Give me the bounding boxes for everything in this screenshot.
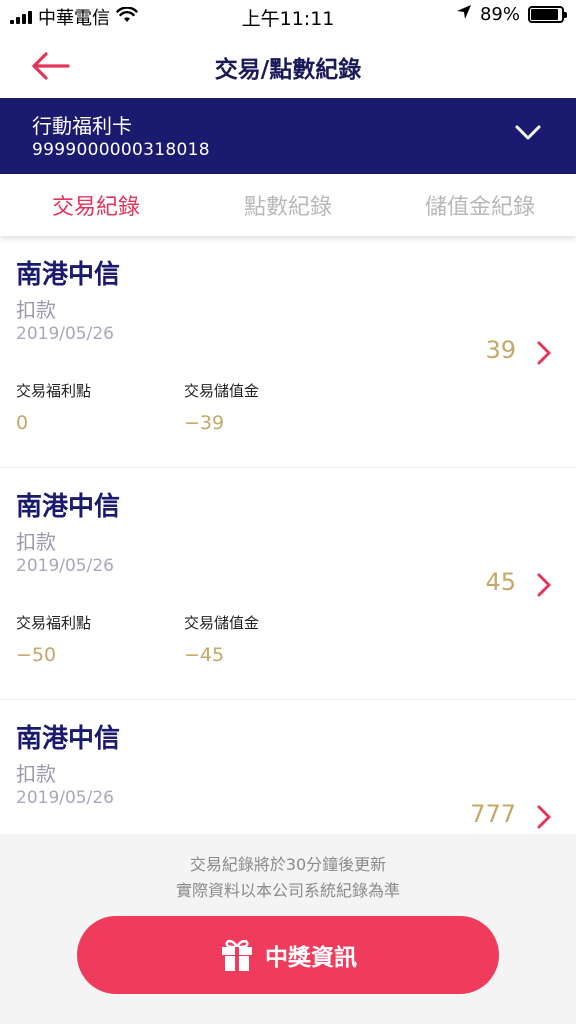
store-name: 南港中信 <box>16 724 121 754</box>
transaction-type: 扣款 <box>16 530 56 554</box>
transaction-type: 扣款 <box>16 298 56 322</box>
record-tabs: 交易紀錄 點數紀錄 儲值金紀錄 <box>0 174 576 236</box>
list-item[interactable]: 南港中信 扣款 2019/05/26 777 <box>0 700 576 834</box>
battery-icon <box>528 6 567 23</box>
location-arrow-icon <box>456 4 472 25</box>
notice-line-1: 交易紀錄將於30分鐘後更新 <box>189 855 387 874</box>
chevron-right-icon[interactable] <box>536 340 552 370</box>
tab-stored-value[interactable]: 儲值金紀錄 <box>384 174 576 236</box>
transaction-amount: 45 <box>485 568 516 596</box>
status-bar: 中華電信 上午11:11 89% <box>0 0 576 34</box>
chevron-right-icon[interactable] <box>536 572 552 602</box>
stored-value-label: 交易儲值金 <box>184 614 260 632</box>
page-title: 交易/點數紀錄 <box>214 57 362 83</box>
transaction-date: 2019/05/26 <box>16 324 114 344</box>
chevron-down-icon <box>514 124 542 146</box>
update-notice: 交易紀錄將於30分鐘後更新 實際資料以本公司系統紀錄為準 <box>0 852 576 904</box>
list-item[interactable]: 南港中信 扣款 2019/05/26 39 交易福利點 交易儲值金 0 −39 <box>0 236 576 468</box>
points-value: −50 <box>16 644 57 666</box>
list-item[interactable]: 南港中信 扣款 2019/05/26 45 交易福利點 交易儲值金 −50 −4… <box>0 468 576 700</box>
store-name: 南港中信 <box>16 260 121 290</box>
card-name: 行動福利卡 <box>32 114 132 138</box>
transaction-amount: 39 <box>485 336 516 364</box>
gift-icon <box>222 939 252 971</box>
transaction-amount: 777 <box>470 800 516 828</box>
battery-fill <box>531 9 558 20</box>
transaction-type: 扣款 <box>16 762 56 786</box>
tab-transactions[interactable]: 交易紀錄 <box>0 174 192 236</box>
points-label: 交易福利點 <box>16 382 92 400</box>
card-selector[interactable]: 行動福利卡 9999000000318018 <box>0 98 576 174</box>
transaction-date: 2019/05/26 <box>16 556 114 576</box>
prize-info-button[interactable]: 中獎資訊 <box>77 916 499 994</box>
transaction-date: 2019/05/26 <box>16 788 114 808</box>
stored-value: −39 <box>184 412 225 434</box>
app-header: 交易/點數紀錄 <box>0 34 576 98</box>
chevron-right-icon[interactable] <box>536 804 552 834</box>
stored-value-label: 交易儲值金 <box>184 382 260 400</box>
prize-button-label: 中獎資訊 <box>265 945 357 971</box>
stored-value: −45 <box>184 644 225 666</box>
record-list: 南港中信 扣款 2019/05/26 39 交易福利點 交易儲值金 0 −39 … <box>0 236 576 834</box>
points-label: 交易福利點 <box>16 614 92 632</box>
store-name: 南港中信 <box>16 492 121 522</box>
notice-line-2: 實際資料以本公司系統紀錄為準 <box>175 881 400 900</box>
tab-points[interactable]: 點數紀錄 <box>192 174 384 236</box>
card-number: 9999000000318018 <box>32 140 210 160</box>
status-right: 89% <box>456 4 567 25</box>
footer: 交易紀錄將於30分鐘後更新 實際資料以本公司系統紀錄為準 中獎資訊 <box>0 834 576 1024</box>
points-value: 0 <box>16 412 29 434</box>
battery-percent: 89% <box>479 4 520 25</box>
